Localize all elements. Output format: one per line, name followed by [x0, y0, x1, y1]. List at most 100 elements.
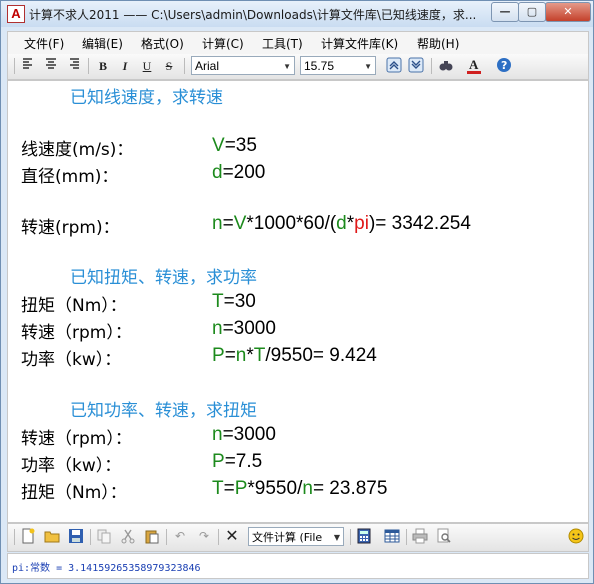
row-label: 线速度(m/s)：	[21, 140, 134, 160]
menu-tools[interactable]: 工具(T)	[262, 35, 303, 52]
decrease-size-icon[interactable]	[407, 57, 425, 75]
file-toolbar: ↶ ↷ ✕ 文件计算 (File ▼	[7, 523, 589, 552]
formula-result: = 23.875	[312, 478, 388, 499]
row-label: 转速（rpm）：	[21, 323, 132, 343]
app-window: A 计算不求人2011 —— C:\Users\admin\Downloads\…	[0, 0, 594, 584]
align-left-icon[interactable]	[20, 57, 38, 75]
new-file-icon[interactable]	[20, 528, 36, 544]
variable-name: n	[212, 424, 223, 445]
formula-part: d	[336, 213, 347, 234]
row-label: 转速（rpm）：	[21, 429, 132, 449]
strikethrough-button[interactable]: S	[160, 57, 178, 75]
row-label: 功率（kw）：	[21, 456, 122, 476]
formula-part: T	[212, 478, 224, 499]
formula-part: *	[246, 345, 254, 366]
variable-value: =200	[222, 162, 266, 183]
row-label: 扭矩（Nm）：	[21, 296, 127, 316]
status-text: pi:常数 = 3.14159265358979323846	[12, 563, 201, 574]
delete-icon[interactable]: ✕	[224, 528, 240, 544]
toolbar-grip	[14, 58, 15, 74]
menu-format[interactable]: 格式(O)	[141, 35, 184, 52]
formula-line: n=V*1000*60/(d*pi)= 3342.254	[212, 213, 471, 235]
formula-part: *9550/	[247, 478, 303, 499]
chevron-down-icon: ▼	[283, 62, 291, 71]
formula-line: d=200	[212, 162, 265, 184]
variable-name: d	[212, 162, 223, 183]
variable-name: P	[212, 451, 225, 472]
close-button[interactable]: ✕	[545, 2, 591, 22]
calculator-icon[interactable]	[356, 528, 372, 544]
align-center-icon[interactable]	[42, 57, 60, 75]
save-icon[interactable]	[68, 528, 84, 544]
menu-help[interactable]: 帮助(H)	[417, 35, 459, 52]
print-icon[interactable]	[412, 528, 428, 544]
cut-icon[interactable]	[120, 528, 136, 544]
font-color-icon[interactable]: A	[465, 57, 483, 75]
smiley-icon[interactable]	[568, 528, 584, 544]
format-toolbar: B I U S Arial ▼ 15.75 ▼ A ?	[7, 54, 589, 80]
formula-part: *1000*60/(	[246, 213, 337, 234]
constant-pi: pi	[354, 213, 369, 234]
find-icon[interactable]	[437, 57, 455, 75]
toolbar-separator	[88, 58, 89, 74]
formula-result: /9550= 9.424	[265, 345, 377, 366]
toolbar-separator	[184, 58, 185, 74]
formula-part: n	[302, 478, 313, 499]
paste-icon[interactable]	[144, 528, 160, 544]
copy-icon[interactable]	[96, 528, 112, 544]
italic-button[interactable]: I	[116, 57, 134, 75]
toolbar-separator	[218, 529, 219, 545]
increase-size-icon[interactable]	[385, 57, 403, 75]
app-logo-icon: A	[7, 5, 25, 23]
table-icon[interactable]	[384, 528, 400, 544]
row-label: 功率（kw）：	[21, 350, 122, 370]
toolbar-separator	[90, 529, 91, 545]
toolbar-separator	[166, 529, 167, 545]
calc-mode-value: 文件计算 (File	[252, 531, 323, 544]
formula-line: V=35	[212, 135, 257, 157]
menu-library[interactable]: 计算文件库(K)	[321, 35, 398, 52]
open-folder-icon[interactable]	[44, 528, 60, 544]
section-header: 已知线速度，求转速	[70, 88, 223, 108]
variable-value: =7.5	[224, 451, 263, 472]
variable-value: =30	[223, 291, 256, 312]
help-icon[interactable]: ?	[495, 57, 513, 75]
chevron-down-icon: ▼	[364, 62, 372, 71]
variable-value: =3000	[222, 424, 276, 445]
minimize-button[interactable]: —	[491, 2, 519, 22]
variable-value: =35	[224, 135, 257, 156]
row-label: 直径(mm)：	[21, 167, 119, 187]
font-size-select[interactable]: 15.75 ▼	[300, 56, 376, 75]
variable-value: =3000	[222, 318, 276, 339]
formula-line: P=n*T/9550= 9.424	[212, 345, 377, 367]
toolbar-separator	[350, 529, 351, 545]
menu-edit[interactable]: 编辑(E)	[82, 35, 123, 52]
toolbar-separator	[406, 529, 407, 545]
svg-text:A: A	[469, 57, 479, 72]
title-bar: A 计算不求人2011 —— C:\Users\admin\Downloads\…	[1, 1, 593, 27]
print-preview-icon[interactable]	[436, 528, 452, 544]
variable-name: V	[212, 135, 225, 156]
undo-icon[interactable]: ↶	[172, 528, 188, 544]
underline-button[interactable]: U	[138, 57, 156, 75]
row-label: 转速(rpm)：	[21, 218, 120, 238]
formula-part: =	[223, 478, 235, 499]
document-area[interactable]: 已知线速度，求转速 线速度(m/s)： V=35 直径(mm)： d=200 转…	[7, 80, 589, 523]
maximize-button[interactable]: ▢	[518, 2, 546, 22]
formula-part: =	[222, 213, 234, 234]
variable-name: n	[212, 318, 223, 339]
redo-icon[interactable]: ↷	[196, 528, 212, 544]
font-name-select[interactable]: Arial ▼	[191, 56, 295, 75]
calc-mode-select[interactable]: 文件计算 (File ▼	[248, 527, 344, 546]
menu-calculate[interactable]: 计算(C)	[202, 35, 244, 52]
align-right-icon[interactable]	[64, 57, 82, 75]
section-header: 已知功率、转速，求扭矩	[70, 401, 257, 421]
bold-button[interactable]: B	[94, 57, 112, 75]
variable-name: T	[212, 291, 224, 312]
formula-part: P	[234, 478, 248, 499]
formula-part: =	[224, 345, 236, 366]
formula-part: T	[253, 345, 266, 366]
font-name-value: Arial	[195, 59, 220, 73]
menu-file[interactable]: 文件(F)	[24, 35, 64, 52]
status-bar: pi:常数 = 3.14159265358979323846	[7, 553, 589, 579]
